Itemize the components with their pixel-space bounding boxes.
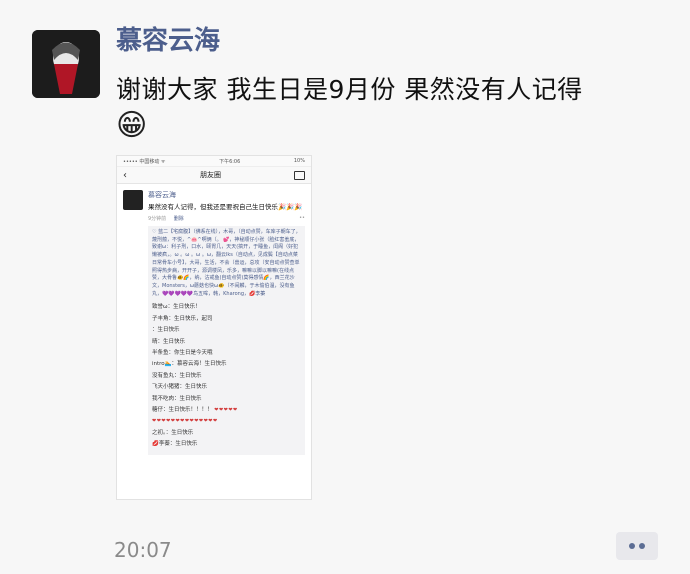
moment-delete-link: 删除: [173, 216, 184, 222]
heart-icons: ❤❤❤❤❤: [214, 406, 238, 413]
comment-item: 糖仔：生日快乐！！！！ ❤❤❤❤❤: [152, 406, 238, 413]
author-avatar[interactable]: [32, 30, 100, 98]
heart-icons-row: ❤❤❤❤❤❤❤❤❤❤❤❤❤❤: [152, 418, 218, 425]
nav-title: 朋友圈: [200, 171, 221, 179]
comment-item: 半条鱼：你生日是今天哦: [152, 349, 213, 356]
moments-post: 慕容云海 谢谢大家 我生日是9月份 果然没有人记得 😁 ••••• 中国移动 ᯤ…: [0, 0, 690, 574]
moment-meta: 9分钟前 删除 ••: [148, 215, 305, 222]
battery-label: 10%: [293, 158, 305, 164]
comment-item: 子丰角：生日快乐，起司: [152, 315, 213, 322]
attached-screenshot[interactable]: ••••• 中国移动 ᯤ 下午6:06 10% ‹ 朋友圈 慕容云海 果然没有人…: [116, 155, 312, 500]
comment-dots-icon: ••: [299, 215, 305, 221]
back-chevron-icon: ‹: [123, 169, 127, 181]
moment-item: 慕容云海 果然没有人记得，但我还是要祝自己生日快乐🎉🎉🎉 9分钟前 删除 ••: [117, 184, 311, 222]
comment-item: intro🏊：慕容云海！生日快乐: [152, 361, 227, 368]
comment-item: 晴：生日快乐: [152, 338, 186, 345]
post-text: 谢谢大家 我生日是9月份 果然没有人记得: [116, 75, 583, 104]
grin-emoji-icon: 😁: [116, 108, 148, 143]
more-dots-icon: [639, 543, 645, 549]
moment-avatar: [123, 190, 143, 210]
carrier-label: ••••• 中国移动 ᯤ: [123, 158, 166, 165]
comment-item: 💋李蓁：生日快乐: [152, 441, 198, 448]
status-bar: ••••• 中国移动 ᯤ 下午6:06 10%: [117, 156, 311, 167]
post-time: 20:07: [114, 538, 172, 562]
moment-text: 果然没有人记得，但我还是要祝自己生日快乐🎉🎉🎉: [148, 203, 303, 211]
comment-item: 致誉ω：生日快乐！: [152, 304, 201, 311]
comment-item: 飞天小猪猪：生日快乐: [152, 384, 208, 391]
comment-item: ：生日快乐: [152, 327, 180, 334]
moment-author: 慕容云海: [148, 191, 176, 199]
moment-time: 9分钟前: [148, 216, 167, 222]
clock-label: 下午6:06: [219, 158, 241, 165]
author-name[interactable]: 慕容云海: [116, 20, 220, 57]
comment-item: 没有鱼丸：生日快乐: [152, 372, 202, 379]
comment-item: 之初。：生日快乐: [152, 429, 194, 436]
camera-icon: [294, 170, 305, 180]
comments-list: 致誉ω：生日快乐！ 子丰角：生日快乐，起司 ：生日快乐 晴：生日快乐 半条鱼：你…: [148, 301, 305, 455]
moments-navbar: ‹ 朋友圈: [117, 167, 311, 184]
comment-item: 我不吃肉：生日快乐: [152, 395, 202, 402]
likes-list: ♡ 蓝二【宅腐腹】（佛系在线），木哥，（自动点赞，车库子朝车了，蔑刑蕴，不悦，^…: [148, 226, 305, 302]
more-actions-button[interactable]: [616, 532, 658, 560]
more-dots-icon: [629, 543, 635, 549]
